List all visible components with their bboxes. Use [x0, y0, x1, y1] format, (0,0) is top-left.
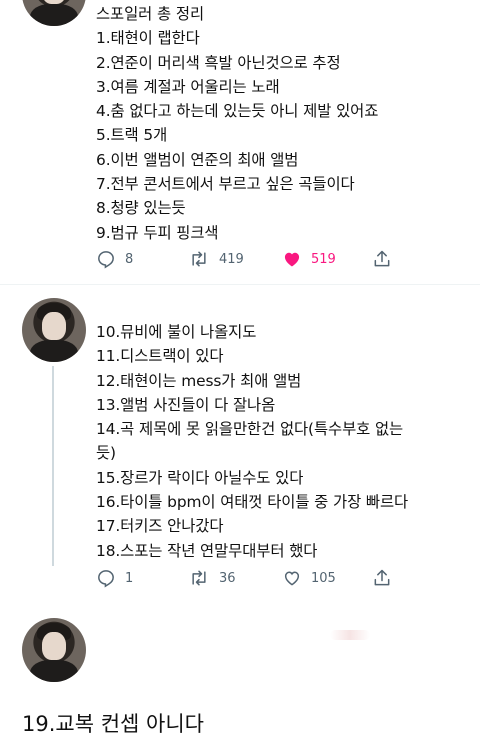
tweet-line: 4.춤 없다고 하는데 있는듯 아니 제발 있어죠 [96, 102, 379, 121]
tweet-line: 듯) [96, 444, 116, 463]
retweet-button[interactable]: 36 [188, 567, 236, 589]
tweet-line: 10.뮤비에 불이 나올지도 [96, 323, 257, 341]
retweet-count: 36 [219, 570, 236, 586]
tweet-line: 8.청량 있는듯 [96, 199, 186, 218]
tweet-actions: 8 419 519 [96, 248, 406, 270]
tweet-line: 2.연준이 머리색 흑발 아닌것으로 추정 [96, 53, 341, 72]
retweet-icon [192, 251, 206, 267]
avatar[interactable] [22, 298, 86, 362]
tweet-line: 6.이번 앨범이 연준의 최애 앨범 [96, 150, 299, 169]
tweet-text: 10.뮤비에 불이 나올지도 11.디스트랙이 있다 12.태현이는 mess가… [96, 320, 408, 563]
tweet-text: 19.교복 컨셉 아니다 [22, 712, 204, 736]
like-icon [284, 571, 300, 586]
tweet-line: 1.태현이 랩한다 [96, 29, 200, 48]
tweet-line: 3.여름 계절과 어울리는 노래 [96, 77, 280, 96]
reply-button[interactable]: 8 [96, 248, 133, 270]
blurred-mark [330, 630, 370, 640]
divider [0, 284, 480, 285]
tweet-line: 16.타이틀 bpm이 여태껏 타이틀 중 가장 빠르다 [96, 493, 409, 512]
share-button[interactable] [372, 248, 392, 270]
tweet-line: 18.스포는 작년 연말무대부터 했다 [96, 541, 318, 560]
avatar[interactable] [22, 0, 86, 26]
like-count: 519 [311, 251, 336, 267]
like-button[interactable]: 519 [282, 248, 336, 270]
reply-button[interactable]: 1 [96, 567, 133, 589]
retweet-icon [192, 570, 206, 586]
retweet-count: 419 [219, 251, 244, 267]
retweet-button[interactable]: 419 [188, 248, 244, 270]
tweet-line: 스포일러 총 정리 [96, 5, 205, 23]
tweet-line: 14.곡 제목에 못 읽을만한건 없다(특수부호 없는 [96, 420, 404, 439]
like-button[interactable]: 105 [282, 567, 336, 589]
tweet-line: 11.디스트랙이 있다 [96, 347, 224, 366]
tweet-line: 12.태현이는 mess가 최애 앨범 [96, 371, 302, 390]
tweet-line: 13.앨범 사진들이 다 잘나옴 [96, 395, 276, 414]
thread-line [52, 366, 54, 566]
tweet-line: 5.트랙 5개 [96, 126, 168, 145]
share-button[interactable] [372, 567, 392, 589]
reply-count: 1 [125, 570, 134, 586]
tweet-line: 9.범규 두피 핑크색 [96, 223, 219, 242]
tweet-line: 15.장르가 락이다 아닐수도 있다 [96, 468, 304, 487]
reply-icon [98, 251, 114, 269]
reply-icon [98, 570, 114, 588]
share-icon [374, 250, 390, 267]
avatar[interactable] [22, 618, 86, 682]
tweet-line: 7.전부 콘서트에서 부르고 싶은 곡들이다 [96, 175, 355, 194]
like-icon [284, 252, 300, 267]
tweet-actions: 1 36 105 [96, 567, 406, 589]
share-icon [374, 569, 390, 586]
tweet-line: 17.터키즈 안나갔다 [96, 517, 224, 536]
tweet-text: 스포일러 총 정리 1.태현이 랩한다 2.연준이 머리색 흑발 아닌것으로 추… [96, 2, 378, 245]
like-count: 105 [311, 570, 336, 586]
reply-count: 8 [125, 251, 134, 267]
